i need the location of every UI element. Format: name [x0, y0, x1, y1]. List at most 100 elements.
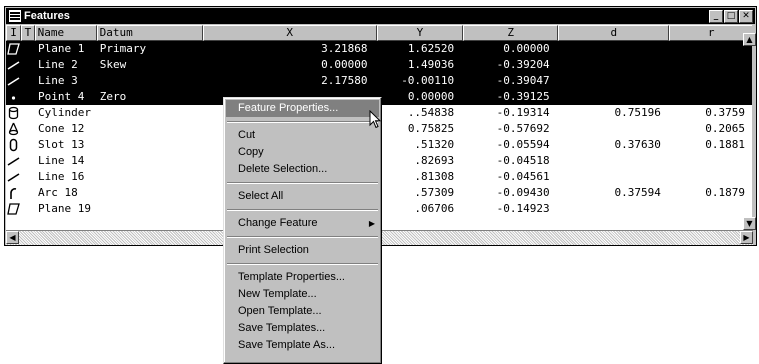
menu-item-cut[interactable]: Cut	[224, 127, 381, 144]
column-header-datum[interactable]: Datum	[96, 25, 203, 41]
menu-item-select-all[interactable]: Select All	[224, 188, 381, 205]
z-cell: -0.39047	[496, 74, 550, 87]
menu-item-save-template-as[interactable]: Save Template As...	[224, 337, 381, 354]
y-cell: .81308	[414, 170, 455, 183]
close-button[interactable]: ✕	[739, 10, 753, 23]
r-cell	[669, 57, 753, 73]
scroll-down-button[interactable]: ▼	[743, 217, 756, 230]
line-icon	[6, 57, 21, 73]
type-cell	[21, 89, 34, 105]
menu-separator	[227, 236, 378, 238]
type-cell	[21, 153, 34, 169]
column-header-t[interactable]: T	[21, 25, 35, 41]
menu-item-change-feature-label: Change Feature	[238, 217, 318, 229]
column-header-row: I T Name Datum X Y Z d r	[6, 25, 753, 41]
submenu-arrow-icon: ▶	[368, 219, 375, 228]
menu-item-open-template[interactable]: Open Template...	[224, 303, 381, 320]
menu-item-change-feature[interactable]: Change Feature ▶	[224, 215, 381, 232]
x-cell: 0.00000	[321, 58, 368, 71]
datum-cell	[96, 153, 201, 169]
table-row[interactable]: Line 3 2.17580 -0.00110 -0.39047	[6, 73, 753, 89]
title-bar[interactable]: Features _ □ ✕	[6, 8, 755, 24]
menu-item-new-template[interactable]: New Template...	[224, 286, 381, 303]
name-cell: Plane 1	[38, 42, 85, 55]
line-icon	[6, 153, 21, 169]
line-icon	[6, 73, 21, 89]
table-row[interactable]: Plane 1 Primary 3.21868 1.62520 0.00000	[6, 41, 753, 57]
r-cell	[669, 201, 753, 217]
name-cell: Cone 12	[38, 122, 85, 135]
type-cell	[21, 73, 34, 89]
d-cell	[558, 153, 669, 169]
z-cell: -0.19314	[496, 106, 550, 119]
context-menu: Feature Properties... Cut Copy Delete Se…	[223, 97, 382, 364]
datum-cell	[96, 105, 201, 121]
column-header-d[interactable]: d	[558, 25, 670, 41]
menu-item-delete-selection[interactable]: Delete Selection...	[224, 161, 381, 178]
y-cell: .82693	[414, 154, 455, 167]
name-cell: Cylinder	[38, 106, 91, 119]
scroll-up-button[interactable]: ▲	[743, 33, 756, 46]
name-cell: Line 3	[38, 74, 78, 87]
type-cell	[21, 41, 34, 57]
menu-item-feature-properties[interactable]: Feature Properties...	[226, 100, 379, 117]
z-cell: -0.39125	[496, 90, 550, 103]
y-cell: .51320	[414, 138, 455, 151]
column-header-i[interactable]: I	[6, 25, 22, 41]
z-cell: -0.39204	[496, 58, 550, 71]
d-cell	[558, 169, 669, 185]
vertical-scrollbar[interactable]: ▲ ▼	[743, 25, 756, 230]
r-cell: 0.2065	[705, 122, 745, 135]
datum-cell: Zero	[99, 90, 127, 103]
datum-cell	[96, 137, 201, 153]
datum-cell	[96, 169, 201, 185]
z-cell: -0.05594	[496, 138, 550, 151]
mouse-pointer-icon	[369, 110, 382, 129]
name-cell: Line 2	[38, 58, 78, 71]
y-cell: .57309	[414, 186, 455, 199]
menu-item-copy[interactable]: Copy	[224, 144, 381, 161]
table-row[interactable]: Line 2 Skew 0.00000 1.49036 -0.39204	[6, 57, 753, 73]
menu-item-print-selection[interactable]: Print Selection	[224, 242, 381, 259]
type-cell	[21, 105, 34, 121]
r-cell: 0.1881	[705, 138, 745, 151]
column-header-x[interactable]: X	[202, 25, 377, 41]
d-cell: 0.37594	[614, 186, 661, 199]
menu-separator	[227, 263, 378, 265]
maximize-button[interactable]: □	[724, 10, 738, 23]
z-cell: -0.14923	[496, 202, 550, 215]
plane-icon	[6, 201, 21, 217]
datum-cell	[96, 185, 201, 201]
column-header-y[interactable]: Y	[376, 25, 464, 41]
line-icon	[6, 169, 21, 185]
menu-item-save-templates[interactable]: Save Templates...	[224, 320, 381, 337]
scroll-right-button[interactable]: ▶	[740, 231, 753, 244]
d-cell	[558, 121, 669, 137]
name-cell: Arc 18	[38, 186, 78, 199]
y-cell: 1.62520	[407, 42, 455, 55]
d-cell	[558, 89, 669, 105]
r-cell: 0.1879	[705, 186, 745, 199]
name-cell: Slot 13	[38, 138, 85, 151]
datum-cell: Primary	[99, 42, 147, 55]
r-cell	[669, 89, 753, 105]
d-cell: 0.37630	[614, 138, 661, 151]
r-cell	[669, 169, 753, 185]
r-cell: 0.3759	[705, 106, 745, 119]
z-cell: 0.00000	[503, 42, 550, 55]
scroll-left-button[interactable]: ◀	[6, 231, 19, 244]
y-cell: 0.75825	[407, 122, 455, 135]
column-header-r[interactable]: r	[669, 25, 753, 41]
z-cell: -0.04561	[496, 170, 550, 183]
name-cell: Plane 19	[38, 202, 91, 215]
window-title: Features	[24, 10, 70, 22]
column-header-name[interactable]: Name	[34, 25, 97, 41]
column-header-z[interactable]: Z	[463, 25, 559, 41]
type-cell	[21, 169, 34, 185]
table-icon	[9, 10, 21, 22]
slot-icon	[6, 137, 21, 153]
menu-item-template-properties[interactable]: Template Properties...	[224, 269, 381, 286]
z-cell: -0.04518	[496, 154, 550, 167]
minimize-button[interactable]: _	[709, 10, 723, 23]
d-cell	[558, 73, 669, 89]
